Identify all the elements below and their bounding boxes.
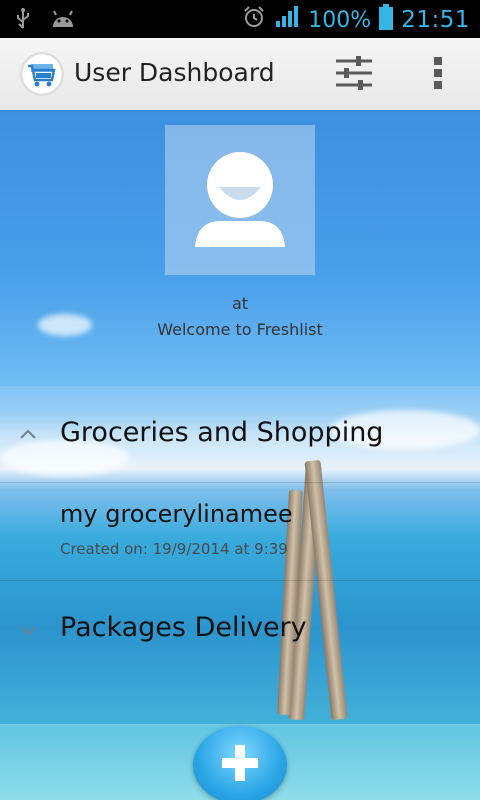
android-icon [50, 9, 76, 33]
filter-sliders-icon [334, 53, 374, 97]
chevron-up-icon [16, 423, 40, 447]
user-name: at [231, 294, 249, 313]
overflow-menu-icon [432, 55, 444, 95]
group-label: Groceries and Shopping [60, 417, 384, 448]
dashboard-content: at Welcome to Freshlist Groceries and Sh… [0, 110, 480, 800]
clock: 21:51 [401, 7, 470, 33]
welcome-message: Welcome to Freshlist [157, 320, 323, 339]
group-header-groceries[interactable]: Groceries and Shopping [0, 405, 480, 465]
list-item-title: my grocerylinamee [60, 500, 293, 528]
battery-label: 100% [308, 7, 372, 33]
list-item-subtitle: Created on: 19/9/2014 at 9:39 [60, 540, 288, 558]
group-label: Packages Delivery [60, 612, 307, 643]
alarm-icon [242, 5, 266, 35]
signal-icon [274, 5, 300, 35]
divider [0, 580, 480, 581]
page-title: User Dashboard [74, 58, 275, 87]
status-bar: 100% 21:51 [0, 0, 480, 38]
app-logo-cart-icon[interactable] [20, 52, 64, 96]
battery-icon [379, 4, 394, 36]
group-header-packages[interactable]: Packages Delivery [0, 600, 480, 660]
usb-icon [14, 8, 32, 34]
action-bar: User Dashboard [0, 38, 480, 112]
add-button[interactable] [193, 726, 287, 800]
user-avatar-icon [165, 152, 315, 279]
add-icon [218, 741, 262, 789]
overflow-menu-button[interactable] [415, 52, 461, 98]
user-avatar[interactable] [165, 125, 315, 275]
chevron-down-icon [16, 618, 40, 642]
filter-button[interactable] [331, 52, 377, 98]
divider [0, 482, 480, 483]
